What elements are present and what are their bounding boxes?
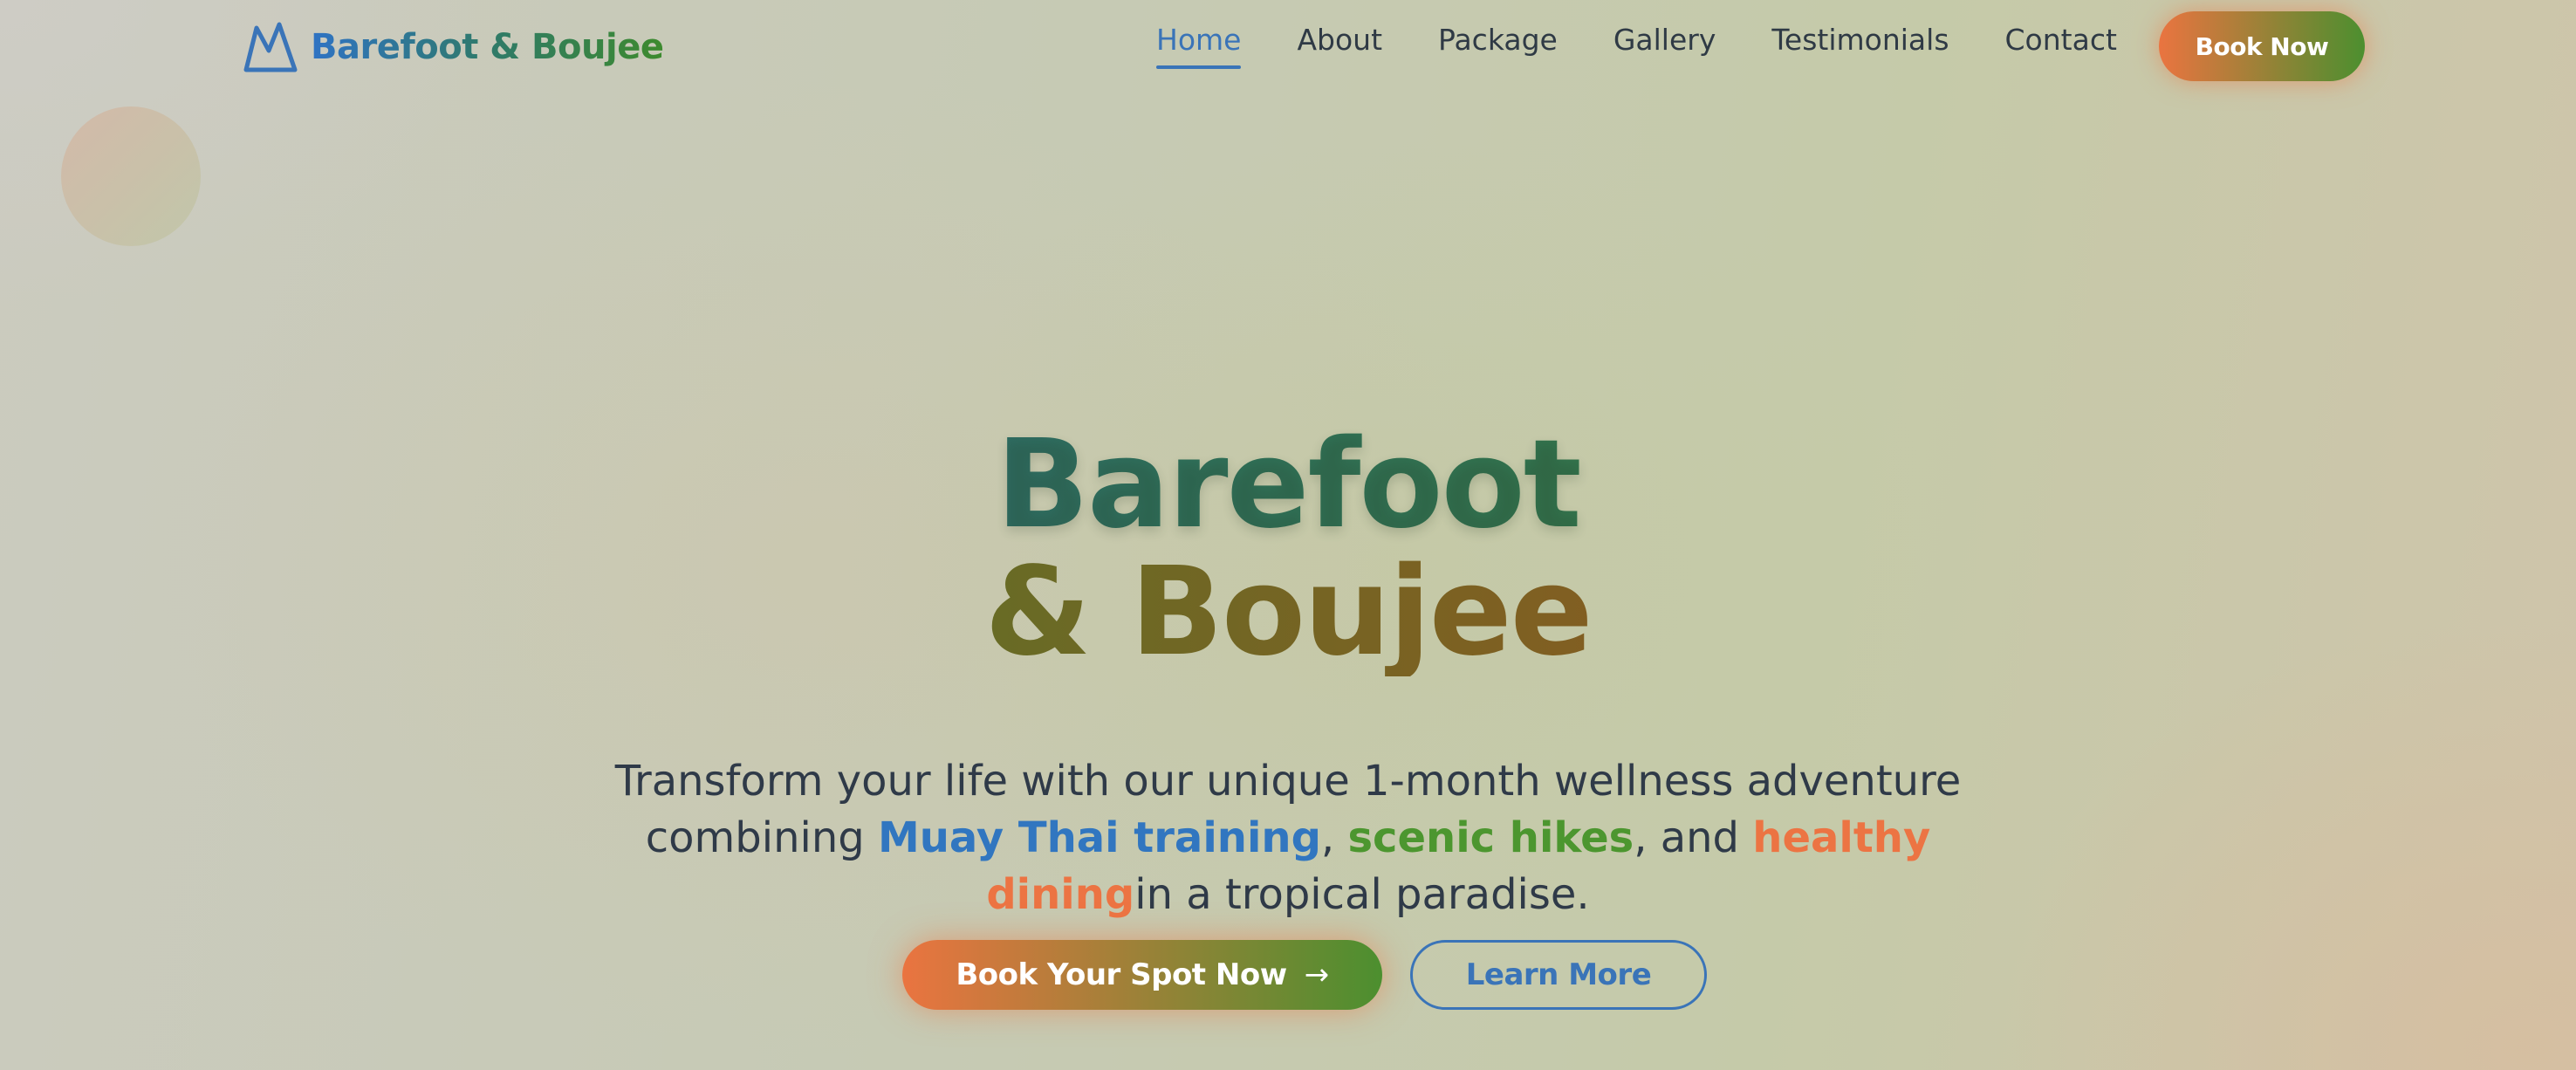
highlight-muay-thai: Muay Thai training [877, 813, 1321, 862]
nav-links: Home About Package Gallery Testimonials … [1156, 23, 2173, 69]
book-now-button[interactable]: Book Now [2159, 11, 2365, 81]
hero-subtitle-text-2: in a tropical paradise. [1134, 870, 1590, 919]
hero-subtitle-sep-1: , [1320, 813, 1348, 862]
book-your-spot-button[interactable]: Book Your Spot Now → [902, 940, 1382, 1010]
highlight-scenic-hikes: scenic hikes [1347, 813, 1634, 862]
learn-more-button[interactable]: Learn More [1410, 940, 1707, 1010]
mountain-icon [243, 22, 298, 72]
nav-link-gallery[interactable]: Gallery [1613, 23, 1716, 57]
navbar: Barefoot & Boujee Home About Package Gal… [0, 0, 2576, 91]
nav-link-about[interactable]: About [1297, 23, 1382, 57]
hero-title-line2: & Boujee [0, 549, 2576, 676]
nav-link-contact[interactable]: Contact [2005, 23, 2117, 57]
hero-title: Barefoot & Boujee [0, 422, 2576, 676]
brand-logo[interactable]: Barefoot & Boujee [243, 21, 664, 73]
nav-link-testimonials[interactable]: Testimonials [1771, 23, 1949, 57]
hero-title-line1: Barefoot [0, 422, 2576, 549]
book-your-spot-label: Book Your Spot Now [956, 957, 1287, 992]
brand-name: Barefoot & Boujee [311, 27, 664, 67]
nav-link-home[interactable]: Home [1156, 23, 1242, 69]
arrow-right-icon: → [1304, 957, 1330, 992]
hero-subtitle-sep-2: , and [1634, 813, 1753, 862]
nav-link-package[interactable]: Package [1438, 23, 1558, 57]
decorative-circle [61, 106, 201, 246]
hero-subtitle: Transform your life with our unique 1-mo… [611, 753, 1965, 923]
